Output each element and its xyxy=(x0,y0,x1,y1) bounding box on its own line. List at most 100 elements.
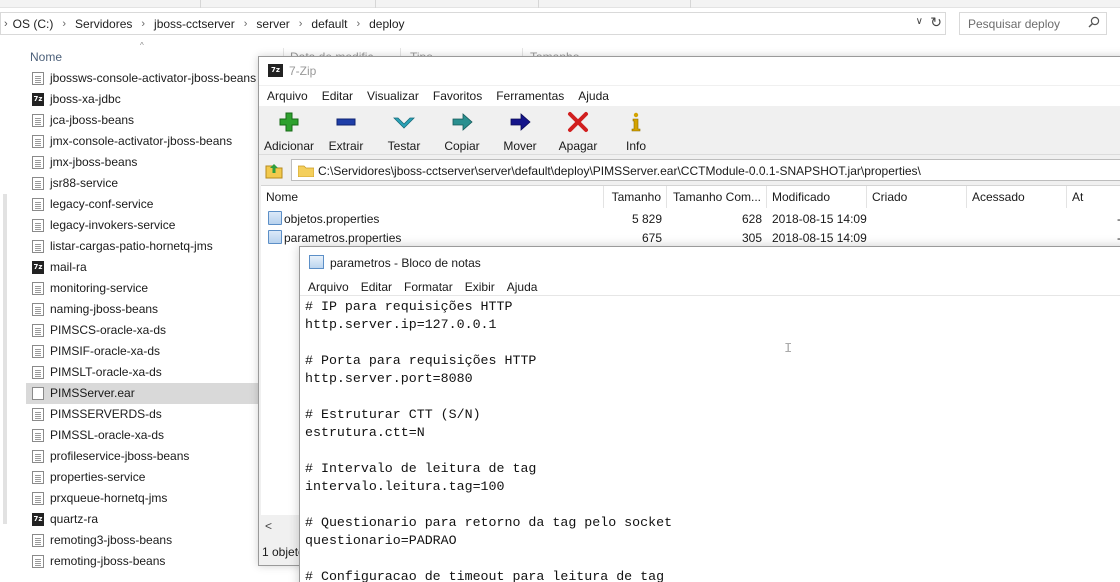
document-icon xyxy=(32,366,44,379)
menu-ajuda[interactable]: Ajuda xyxy=(578,89,609,103)
check-icon xyxy=(393,117,415,129)
text-line xyxy=(305,496,1120,514)
notepad-titlebar[interactable]: parametros - Bloco de notas xyxy=(300,247,1120,277)
column-header-name[interactable]: Nome xyxy=(30,50,62,64)
refresh-icon[interactable]: ↻ xyxy=(930,14,942,31)
address-dropdown-icon[interactable]: ∨ xyxy=(916,16,923,27)
menu-formatar[interactable]: Formatar xyxy=(404,280,453,294)
list-item[interactable]: jca-jboss-beans xyxy=(26,110,260,131)
list-item[interactable]: naming-jboss-beans xyxy=(26,299,260,320)
7zip-titlebar[interactable]: 7z 7-Zip xyxy=(259,57,1120,85)
breadcrumb-item[interactable]: default xyxy=(311,17,347,31)
breadcrumb-item[interactable]: server xyxy=(256,17,289,31)
list-item[interactable]: profileservice-jboss-beans xyxy=(26,446,260,467)
list-item[interactable]: PIMSLT-oracle-xa-ds xyxy=(26,362,260,383)
list-item-label: PIMSSERVERDS-ds xyxy=(50,407,162,421)
column-header-nome[interactable]: Nome xyxy=(261,186,604,208)
list-item[interactable]: jmx-jboss-beans xyxy=(26,152,260,173)
column-header-atributos[interactable]: At xyxy=(1067,186,1120,208)
list-item[interactable]: jbossws-console-activator-jboss-beans xyxy=(26,68,260,89)
text-line: estrutura.ctt=N xyxy=(305,425,425,440)
extract-button[interactable]: Extrair xyxy=(318,111,374,153)
list-item[interactable]: PIMSSL-oracle-xa-ds xyxy=(26,425,260,446)
list-item[interactable]: PIMSCS-oracle-xa-ds xyxy=(26,320,260,341)
text-editor-area[interactable]: # IP para requisições HTTP http.server.ip… xyxy=(305,298,1120,582)
document-icon xyxy=(32,408,44,421)
column-header-acessado[interactable]: Acessado xyxy=(967,186,1067,208)
list-item[interactable]: monitoring-service xyxy=(26,278,260,299)
address-bar[interactable]: › OS (C:) › Servidores › jboss-cctserver… xyxy=(0,12,946,35)
info-button[interactable]: Info xyxy=(608,111,664,153)
text-line xyxy=(305,388,1120,406)
menu-favoritos[interactable]: Favoritos xyxy=(433,89,482,103)
list-item[interactable]: legacy-conf-service xyxy=(26,194,260,215)
list-item[interactable]: PIMSIF-oracle-xa-ds xyxy=(26,341,260,362)
list-item[interactable]: PIMSSERVERDS-ds xyxy=(26,404,260,425)
7z-archive-icon: 7z xyxy=(32,261,44,274)
column-header-tamanho-compactado[interactable]: Tamanho Com... xyxy=(667,186,767,208)
copy-button[interactable]: Copiar xyxy=(434,111,490,153)
cell-packed-size: 628 xyxy=(741,212,762,226)
7zip-app-icon: 7z xyxy=(268,64,283,77)
folder-up-icon[interactable] xyxy=(263,160,285,180)
list-item-label: monitoring-service xyxy=(50,281,149,295)
breadcrumb-item[interactable]: Servidores xyxy=(75,17,132,31)
menu-arquivo[interactable]: Arquivo xyxy=(308,280,349,294)
text-line: http.server.port=8080 xyxy=(305,371,473,386)
7z-archive-icon: 7z xyxy=(32,513,44,526)
test-button[interactable]: Testar xyxy=(376,111,432,153)
list-item[interactable]: properties-service xyxy=(26,467,260,488)
column-header-criado[interactable]: Criado xyxy=(867,186,967,208)
menu-ajuda[interactable]: Ajuda xyxy=(507,280,538,294)
table-row[interactable]: parametros.properties 675 305 2018-08-15… xyxy=(261,228,1120,247)
list-item-label: PIMSLT-oracle-xa-ds xyxy=(50,365,162,379)
breadcrumb-chevron-icon[interactable]: › xyxy=(244,18,248,30)
column-header-tamanho[interactable]: Tamanho xyxy=(604,186,667,208)
list-item[interactable]: remoting-jboss-beans xyxy=(26,551,260,572)
search-input[interactable]: Pesquisar deploy xyxy=(959,12,1107,35)
document-icon xyxy=(32,135,44,148)
menu-ferramentas[interactable]: Ferramentas xyxy=(496,89,564,103)
list-item[interactable]: jsr88-service xyxy=(26,173,260,194)
window-title: parametros - Bloco de notas xyxy=(330,256,481,270)
breadcrumb-item[interactable]: deploy xyxy=(369,17,404,31)
document-icon xyxy=(32,534,44,547)
list-item[interactable]: remoting3-jboss-beans xyxy=(26,530,260,551)
list-item-label: legacy-invokers-service xyxy=(50,218,176,232)
list-item-label: legacy-conf-service xyxy=(50,197,154,211)
breadcrumb-item[interactable]: OS (C:) xyxy=(13,17,54,31)
table-row[interactable]: objetos.properties 5 829 628 2018-08-15 … xyxy=(261,209,1120,228)
list-item[interactable]: PIMSServer.ear xyxy=(26,383,260,404)
column-header-modificado[interactable]: Modificado xyxy=(767,186,867,208)
delete-button[interactable]: Apagar xyxy=(550,111,606,153)
list-item[interactable]: listar-cargas-patio-hornetq-jms xyxy=(26,236,260,257)
text-line xyxy=(305,550,1120,568)
search-icon[interactable] xyxy=(1088,16,1100,28)
document-icon xyxy=(32,324,44,337)
7zip-pathbar: C:\Servidores\jboss-cctserver\server\def… xyxy=(259,157,1120,183)
menu-editar[interactable]: Editar xyxy=(322,89,353,103)
list-item[interactable]: 7z jboss-xa-jdbc xyxy=(26,89,260,110)
list-item[interactable]: legacy-invokers-service xyxy=(26,215,260,236)
menu-exibir[interactable]: Exibir xyxy=(465,280,495,294)
document-icon xyxy=(32,240,44,253)
path-input[interactable]: C:\Servidores\jboss-cctserver\server\def… xyxy=(291,159,1120,181)
list-item[interactable]: prxqueue-hornetq-jms xyxy=(26,488,260,509)
breadcrumb-chevron-icon[interactable]: › xyxy=(299,18,303,30)
breadcrumb-chevron-icon[interactable]: › xyxy=(4,18,8,30)
list-item[interactable]: 7z quartz-ra xyxy=(26,509,260,530)
search-placeholder: Pesquisar deploy xyxy=(968,16,1061,31)
breadcrumb-chevron-icon[interactable]: › xyxy=(356,18,360,30)
document-icon xyxy=(32,282,44,295)
menu-arquivo[interactable]: Arquivo xyxy=(267,89,308,103)
menu-visualizar[interactable]: Visualizar xyxy=(367,89,419,103)
breadcrumb-chevron-icon[interactable]: › xyxy=(62,18,66,30)
scroll-left-icon[interactable]: < xyxy=(265,519,272,533)
add-button[interactable]: Adicionar xyxy=(261,111,317,153)
list-item[interactable]: jmx-console-activator-jboss-beans xyxy=(26,131,260,152)
menu-editar[interactable]: Editar xyxy=(361,280,392,294)
breadcrumb-chevron-icon[interactable]: › xyxy=(141,18,145,30)
list-item[interactable]: 7z mail-ra xyxy=(26,257,260,278)
move-button[interactable]: Mover xyxy=(492,111,548,153)
breadcrumb-item[interactable]: jboss-cctserver xyxy=(154,17,235,31)
